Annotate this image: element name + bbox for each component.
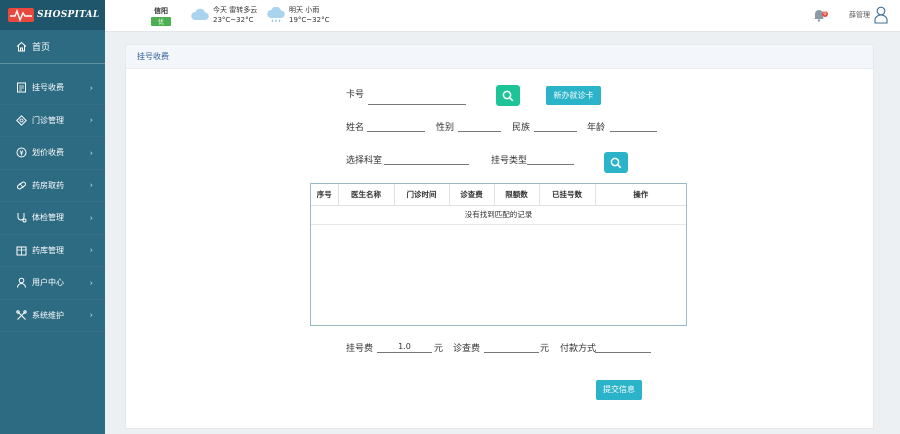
sidebar-item-label: 药房取药	[32, 180, 64, 190]
sidebar-nav: 首页 挂号收费 › 门诊管理 › 划价收费 › 药房取药 › 体检管理 › 药库…	[0, 30, 105, 332]
sidebar-item-label: 药库管理	[32, 245, 64, 255]
col-header-index[interactable]: 序号	[311, 184, 339, 206]
name-input[interactable]	[367, 119, 425, 132]
notification-badge: 0	[822, 11, 828, 17]
reg-fee-input[interactable]	[377, 340, 432, 353]
new-card-button[interactable]: 新办就诊卡	[546, 86, 601, 105]
gender-label: 性别	[436, 123, 455, 133]
col-header-limit[interactable]: 限额数	[494, 184, 540, 206]
doctor-table: 序号 医生名称 门诊时间 诊查费 限额数 已挂号数 操作 没有找到匹配的记录	[310, 183, 687, 326]
age-input[interactable]	[610, 119, 657, 132]
chevron-right-icon: ›	[89, 310, 93, 320]
exam-fee-input[interactable]	[484, 340, 539, 353]
exam-fee-label: 诊查费	[453, 344, 481, 354]
pricing-icon	[16, 147, 27, 158]
reg-fee-unit: 元	[434, 344, 444, 354]
exam-fee-unit: 元	[540, 344, 550, 354]
sidebar-item-home[interactable]: 首页	[0, 30, 105, 64]
admin-name[interactable]: 薛管理	[849, 10, 870, 20]
search-icon	[502, 90, 514, 101]
sidebar: SHOSPITAL 首页 挂号收费 › 门诊管理 › 划价收费 › 药房取药 ›…	[0, 0, 105, 434]
card-number-input[interactable]	[368, 92, 466, 105]
doctor-search-button[interactable]	[604, 152, 628, 173]
weather-tomorrow-desc: 明天 小雨	[289, 6, 320, 14]
avatar[interactable]	[874, 6, 888, 24]
col-header-time[interactable]: 门诊时间	[394, 184, 450, 206]
empty-message: 没有找到匹配的记录	[311, 205, 686, 225]
tools-icon	[16, 310, 27, 321]
warehouse-icon	[16, 245, 27, 256]
cloud-icon	[191, 8, 209, 20]
ethnicity-input[interactable]	[534, 119, 577, 132]
sidebar-item-registration[interactable]: 挂号收费 ›	[0, 72, 105, 105]
weather-tomorrow-temp: 19°C~32°C	[289, 16, 330, 24]
outpatient-icon	[16, 114, 27, 126]
sidebar-item-label: 系统维护	[32, 310, 64, 320]
department-select[interactable]	[384, 152, 469, 165]
reg-type-select[interactable]	[527, 152, 574, 165]
sidebar-item-outpatient[interactable]: 门诊管理 ›	[0, 105, 105, 137]
name-label: 姓名	[346, 123, 365, 133]
gender-input[interactable]	[458, 119, 501, 132]
logo[interactable]: SHOSPITAL	[0, 0, 105, 30]
register-icon	[16, 82, 27, 93]
weather-today-desc: 今天 雷转多云	[213, 6, 258, 14]
aqi-badge: 优	[151, 17, 171, 26]
sidebar-item-system[interactable]: 系统维护 ›	[0, 300, 105, 332]
user-icon	[16, 277, 27, 288]
age-label: 年龄	[587, 123, 606, 133]
sidebar-item-label: 挂号收费	[32, 83, 64, 93]
notification-bell[interactable]: 0	[813, 8, 828, 22]
chevron-right-icon: ›	[89, 148, 93, 158]
top-header: 信阳 优 今天 雷转多云 23°C~32°C 明天 小雨 19°C~32°C 0…	[105, 0, 900, 32]
card-search-button[interactable]	[496, 85, 520, 106]
payment-method-label: 付款方式	[560, 344, 597, 354]
ethnicity-label: 民族	[512, 123, 531, 133]
chevron-right-icon: ›	[89, 115, 93, 125]
heartbeat-logo-icon	[8, 8, 34, 22]
logo-text: SHOSPITAL	[37, 10, 100, 20]
registration-panel: 挂号收费 卡号 新办就诊卡 姓名 性别 民族 年龄 选择科室 挂号类型 序号 医…	[125, 44, 874, 429]
sidebar-item-label: 门诊管理	[32, 115, 64, 125]
home-icon	[16, 41, 27, 52]
col-header-doctor[interactable]: 医生名称	[338, 184, 395, 206]
sidebar-item-user-center[interactable]: 用户中心 ›	[0, 267, 105, 300]
reg-fee-label: 挂号费	[346, 344, 374, 354]
weather-today: 今天 雷转多云 23°C~32°C	[190, 5, 257, 25]
payment-method-select[interactable]	[595, 340, 651, 353]
submit-button[interactable]: 提交信息	[596, 380, 642, 400]
sidebar-item-pharmacy[interactable]: 药房取药 ›	[0, 170, 105, 202]
weather-today-temp: 23°C~32°C	[213, 16, 254, 24]
department-label: 选择科室	[346, 156, 383, 166]
sidebar-item-pricing[interactable]: 划价收费 ›	[0, 137, 105, 170]
checkup-icon	[16, 212, 27, 223]
table-header-row: 序号 医生名称 门诊时间 诊查费 限额数 已挂号数 操作	[311, 184, 686, 206]
search-icon	[610, 157, 622, 168]
nav-spacer	[0, 64, 105, 72]
weather-tomorrow: 明天 小雨 19°C~32°C	[266, 5, 329, 25]
chevron-right-icon: ›	[89, 213, 93, 223]
sidebar-item-checkup[interactable]: 体检管理 ›	[0, 202, 105, 235]
city-name: 信阳	[154, 7, 168, 15]
reg-type-label: 挂号类型	[491, 156, 528, 166]
col-header-registered[interactable]: 已挂号数	[539, 184, 596, 206]
rain-cloud-icon	[267, 7, 285, 23]
chevron-right-icon: ›	[89, 83, 93, 93]
table-row: 没有找到匹配的记录	[311, 205, 686, 225]
chevron-right-icon: ›	[89, 278, 93, 288]
sidebar-item-label: 首页	[32, 43, 51, 53]
panel-title: 挂号收费	[126, 45, 873, 69]
sidebar-item-warehouse[interactable]: 药库管理 ›	[0, 235, 105, 267]
card-number-label: 卡号	[346, 90, 365, 100]
sidebar-item-label: 划价收费	[32, 148, 64, 158]
col-header-action[interactable]: 操作	[595, 184, 686, 206]
header-user-area: 0 薛管理	[813, 6, 888, 24]
sidebar-item-label: 用户中心	[32, 278, 64, 288]
city-weather: 信阳 优	[151, 6, 171, 26]
col-header-fee[interactable]: 诊查费	[449, 184, 495, 206]
chevron-right-icon: ›	[89, 180, 93, 190]
pharmacy-icon	[16, 180, 27, 191]
sidebar-item-label: 体检管理	[32, 213, 64, 223]
chevron-right-icon: ›	[89, 245, 93, 255]
